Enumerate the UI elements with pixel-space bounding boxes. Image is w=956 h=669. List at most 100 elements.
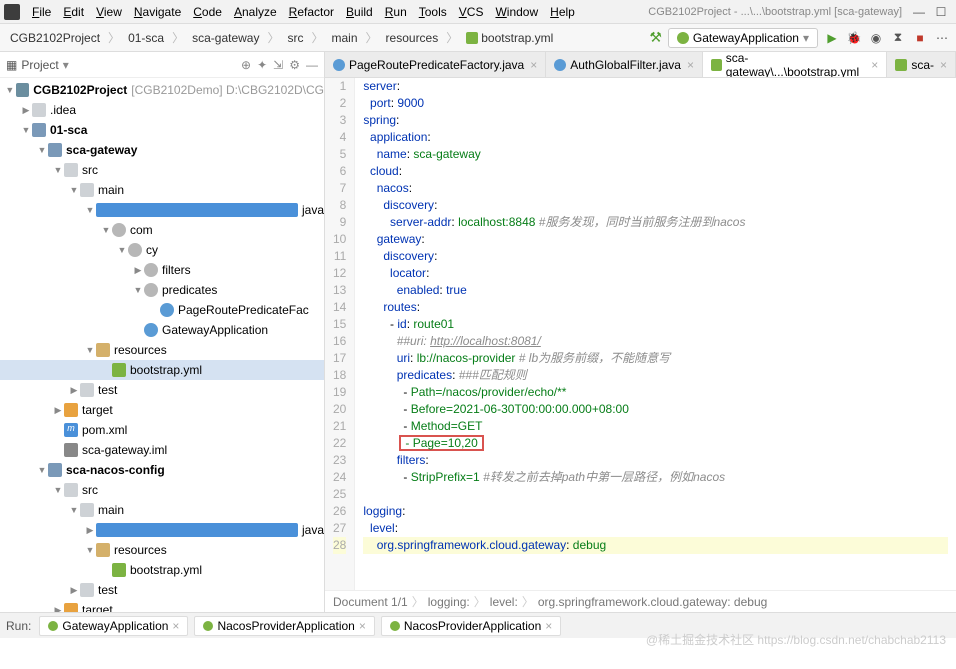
breadcrumb-seg[interactable]: main: [328, 29, 362, 47]
tree-node[interactable]: PageRoutePredicateFac: [0, 300, 324, 320]
code-line[interactable]: predicates: ###匹配规则: [363, 367, 948, 384]
close-icon[interactable]: ×: [940, 58, 947, 72]
tree-node[interactable]: ▶filters: [0, 260, 324, 280]
tree-node[interactable]: ▶test: [0, 580, 324, 600]
code-line[interactable]: logging:: [363, 503, 948, 520]
crumb-seg[interactable]: level:: [490, 595, 518, 609]
menu-run[interactable]: Run: [379, 3, 413, 21]
editor-tab[interactable]: AuthGlobalFilter.java×: [546, 52, 703, 77]
chevron-down-icon[interactable]: ▼: [4, 85, 16, 95]
run-tab[interactable]: NacosProviderApplication×: [194, 616, 374, 636]
tree-node[interactable]: GatewayApplication: [0, 320, 324, 340]
tree-node[interactable]: ▼CGB2102Project[CGB2102Demo] D:\CBG2102D…: [0, 80, 324, 100]
chevron-right-icon[interactable]: ▶: [20, 105, 32, 116]
tree-node[interactable]: ▼01-sca: [0, 120, 324, 140]
run-config-selector[interactable]: GatewayApplication ▾: [668, 28, 818, 48]
tree-node[interactable]: ▼resources: [0, 340, 324, 360]
breadcrumb-seg[interactable]: resources: [382, 29, 443, 47]
code-line[interactable]: - Method=GET: [363, 418, 948, 435]
menu-view[interactable]: View: [90, 3, 128, 21]
collapse-icon[interactable]: ⇲: [273, 58, 283, 72]
tree-node[interactable]: ▼resources: [0, 540, 324, 560]
code-line[interactable]: nacos:: [363, 180, 948, 197]
menu-navigate[interactable]: Navigate: [128, 3, 187, 21]
crumb-seg[interactable]: org.springframework.cloud.gateway: debug: [538, 595, 767, 609]
code-line[interactable]: gateway:: [363, 231, 948, 248]
profile-icon[interactable]: ⧗: [890, 30, 906, 46]
run-icon[interactable]: ▶: [824, 30, 840, 46]
stop-icon[interactable]: ■: [912, 30, 928, 46]
close-icon[interactable]: ×: [172, 619, 179, 633]
chevron-down-icon[interactable]: ▼: [68, 505, 80, 515]
tree-node[interactable]: pom.xml: [0, 420, 324, 440]
editor-tab[interactable]: sca-gateway\...\bootstrap.yml×: [703, 52, 887, 77]
tree-node[interactable]: bootstrap.yml: [0, 360, 324, 380]
crumb-seg[interactable]: Document 1/1: [333, 595, 408, 609]
breadcrumb-seg[interactable]: CGB2102Project: [6, 29, 104, 47]
chevron-right-icon[interactable]: ▶: [84, 525, 96, 536]
tree-node[interactable]: ▼main: [0, 180, 324, 200]
chevron-down-icon[interactable]: ▼: [52, 485, 64, 495]
tree-node[interactable]: ▼java: [0, 200, 324, 220]
chevron-right-icon[interactable]: ▶: [132, 265, 144, 276]
chevron-right-icon[interactable]: ▶: [68, 385, 80, 396]
expand-all-icon[interactable]: ✦: [257, 58, 267, 72]
tree-node[interactable]: ▼src: [0, 480, 324, 500]
tree-node[interactable]: ▼main: [0, 500, 324, 520]
chevron-down-icon[interactable]: ▼: [100, 225, 112, 235]
chevron-down-icon[interactable]: ▼: [36, 465, 48, 475]
tree-node[interactable]: ▼sca-nacos-config: [0, 460, 324, 480]
code-line[interactable]: uri: lb://nacos-provider # lb为服务前缀，不能随意写: [363, 350, 948, 367]
code-line[interactable]: - Before=2021-06-30T00:00:00.000+08:00: [363, 401, 948, 418]
chevron-down-icon[interactable]: ▼: [84, 545, 96, 555]
tree-node[interactable]: ▼cy: [0, 240, 324, 260]
code-line[interactable]: port: 9000: [363, 95, 948, 112]
tree-node[interactable]: ▼src: [0, 160, 324, 180]
chevron-down-icon[interactable]: ▼: [116, 245, 128, 255]
menu-vcs[interactable]: VCS: [453, 3, 490, 21]
tree-node[interactable]: bootstrap.yml: [0, 560, 324, 580]
menu-window[interactable]: Window: [489, 3, 544, 21]
tree-node[interactable]: sca-gateway.iml: [0, 440, 324, 460]
minimize-icon[interactable]: —: [908, 5, 930, 19]
code-line[interactable]: cloud:: [363, 163, 948, 180]
close-icon[interactable]: ×: [359, 619, 366, 633]
code-line[interactable]: discovery:: [363, 248, 948, 265]
chevron-down-icon[interactable]: ▼: [84, 345, 96, 355]
code-line[interactable]: org.springframework.cloud.gateway: debug: [363, 537, 948, 554]
chevron-right-icon[interactable]: ▶: [52, 605, 64, 613]
menu-analyze[interactable]: Analyze: [228, 3, 283, 21]
close-icon[interactable]: ×: [530, 58, 537, 72]
chevron-down-icon[interactable]: ▾: [63, 58, 69, 72]
editor-tab[interactable]: PageRoutePredicateFactory.java×: [325, 52, 546, 77]
menu-tools[interactable]: Tools: [413, 3, 453, 21]
chevron-down-icon[interactable]: ▼: [84, 205, 96, 215]
chevron-right-icon[interactable]: ▶: [52, 405, 64, 416]
editor-tab[interactable]: sca-×: [887, 52, 956, 77]
close-icon[interactable]: ×: [687, 58, 694, 72]
tree-node[interactable]: ▶java: [0, 520, 324, 540]
tree-node[interactable]: ▶.idea: [0, 100, 324, 120]
coverage-icon[interactable]: ◉: [868, 30, 884, 46]
code-line[interactable]: [363, 486, 948, 503]
project-tree[interactable]: ▼CGB2102Project[CGB2102Demo] D:\CBG2102D…: [0, 78, 324, 612]
code-line[interactable]: server:: [363, 78, 948, 95]
code-line[interactable]: ##uri: http://localhost:8081/: [363, 333, 948, 350]
code-line[interactable]: application:: [363, 129, 948, 146]
chevron-down-icon[interactable]: ▼: [68, 185, 80, 195]
close-icon[interactable]: ×: [871, 58, 878, 72]
crumb-seg[interactable]: logging:: [428, 595, 470, 609]
close-icon[interactable]: ×: [545, 619, 552, 633]
hide-icon[interactable]: —: [306, 58, 318, 72]
tree-node[interactable]: ▼predicates: [0, 280, 324, 300]
code-line[interactable]: locator:: [363, 265, 948, 282]
code-line[interactable]: enabled: true: [363, 282, 948, 299]
breadcrumb-seg[interactable]: sca-gateway: [188, 29, 263, 47]
run-tab[interactable]: GatewayApplication×: [39, 616, 188, 636]
code-line[interactable]: - Page=10,20: [363, 435, 948, 452]
tree-node[interactable]: ▶target: [0, 400, 324, 420]
chevron-down-icon[interactable]: ▼: [36, 145, 48, 155]
chevron-down-icon[interactable]: ▼: [20, 125, 32, 135]
code-line[interactable]: spring:: [363, 112, 948, 129]
breadcrumb-seg[interactable]: src: [284, 29, 308, 47]
